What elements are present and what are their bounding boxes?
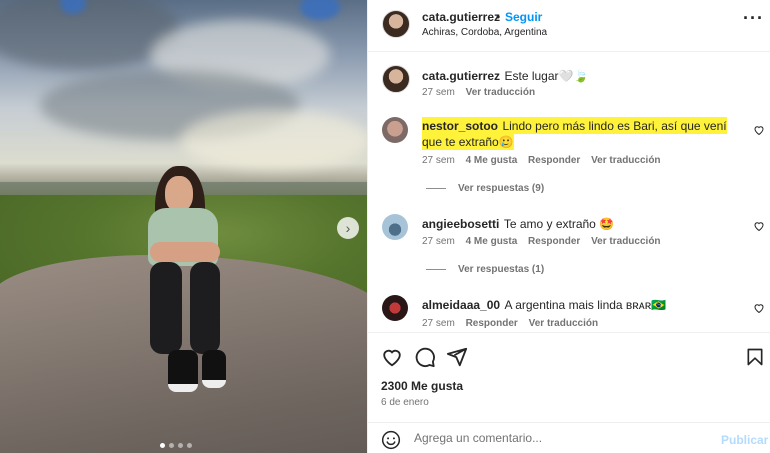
comment-username[interactable]: almeidaaa_00 bbox=[422, 298, 500, 312]
like-comment-heart-icon[interactable] bbox=[753, 220, 765, 232]
caption-text: Este lugar🤍🍃 bbox=[504, 69, 589, 83]
person-shoe bbox=[168, 350, 198, 392]
carousel-dot bbox=[160, 443, 165, 448]
like-heart-icon[interactable] bbox=[381, 346, 403, 368]
caption-meta: 27 sem Ver traducción bbox=[422, 87, 535, 98]
reply-button[interactable]: Responder bbox=[466, 318, 518, 329]
comment: almeidaaa_00 A argentina mais linda ʙʀᴀʀ… bbox=[422, 296, 740, 314]
author-username[interactable]: cata.gutierrez bbox=[422, 10, 500, 24]
caption-username[interactable]: cata.gutierrez bbox=[422, 69, 500, 83]
carousel-dots bbox=[160, 443, 192, 448]
view-replies-label: Ver respuestas (9) bbox=[458, 183, 545, 194]
comment-time: 27 sem bbox=[422, 318, 455, 329]
person-shoe bbox=[202, 350, 226, 388]
comment-meta: 27 sem Responder Ver traducción bbox=[422, 318, 598, 329]
comment-bubble-icon[interactable] bbox=[414, 346, 436, 368]
share-paper-plane-icon[interactable] bbox=[446, 346, 468, 368]
more-options-icon[interactable]: ··· bbox=[743, 8, 764, 29]
comment-meta: 27 sem 4 Me gusta Responder Ver traducci… bbox=[422, 155, 661, 166]
emoji-smiley-icon[interactable] bbox=[381, 430, 401, 450]
reply-button[interactable]: Responder bbox=[528, 236, 580, 247]
person-leg bbox=[190, 262, 220, 354]
comment-username[interactable]: nestor_sotoo bbox=[422, 119, 498, 133]
avatar[interactable] bbox=[382, 10, 410, 38]
separator-dot: • bbox=[496, 10, 501, 24]
carousel-dot bbox=[187, 443, 192, 448]
replies-line bbox=[426, 188, 446, 189]
post-actions: 2300 Me gusta 6 de enero Publicar bbox=[368, 332, 770, 453]
carousel-dot bbox=[169, 443, 174, 448]
comment: nestor_sotoo Lindo pero más lindo es Bar… bbox=[422, 117, 740, 150]
chevron-right-icon: › bbox=[345, 220, 351, 236]
comment-text: A argentina mais linda ʙʀᴀʀ🇧🇷 bbox=[504, 298, 667, 312]
post-date: 6 de enero bbox=[381, 397, 429, 408]
comment-meta: 27 sem 4 Me gusta Responder Ver traducci… bbox=[422, 236, 661, 247]
comment-username[interactable]: angieebosetti bbox=[422, 217, 499, 231]
view-replies-label: Ver respuestas (1) bbox=[458, 264, 545, 275]
carousel-dot bbox=[178, 443, 183, 448]
cloud bbox=[180, 110, 367, 170]
comment-time: 27 sem bbox=[422, 236, 455, 247]
comment-likes[interactable]: 4 Me gusta bbox=[466, 236, 518, 247]
caption-time: 27 sem bbox=[422, 87, 455, 98]
reply-button[interactable]: Responder bbox=[528, 155, 580, 166]
avatar[interactable] bbox=[382, 214, 408, 240]
avatar[interactable] bbox=[382, 117, 408, 143]
translate-link[interactable]: Ver traducción bbox=[591, 155, 660, 166]
publish-button[interactable]: Publicar bbox=[721, 433, 768, 447]
follow-button[interactable]: Seguir bbox=[505, 10, 542, 24]
like-comment-heart-icon[interactable] bbox=[753, 124, 765, 136]
avatar[interactable] bbox=[382, 65, 410, 93]
avatar[interactable] bbox=[382, 295, 408, 321]
person-face bbox=[165, 176, 193, 212]
post-header: cata.gutierrez • Seguir Achiras, Cordoba… bbox=[368, 0, 770, 52]
post-photo[interactable]: › bbox=[0, 0, 367, 453]
person-arms bbox=[150, 242, 220, 262]
translate-link[interactable]: Ver traducción bbox=[591, 236, 660, 247]
sky-patch bbox=[300, 0, 340, 20]
comment-time: 27 sem bbox=[422, 155, 455, 166]
like-comment-heart-icon[interactable] bbox=[753, 302, 765, 314]
comment: angieebosetti Te amo y extraño 🤩 bbox=[422, 215, 740, 233]
person-leg bbox=[150, 262, 182, 354]
translate-link[interactable]: Ver traducción bbox=[466, 87, 535, 98]
view-replies-button[interactable]: Ver respuestas (1) bbox=[426, 264, 544, 275]
likes-count[interactable]: 2300 Me gusta bbox=[381, 379, 463, 393]
comment-input[interactable] bbox=[414, 431, 704, 445]
translate-link[interactable]: Ver traducción bbox=[529, 318, 598, 329]
comment-likes[interactable]: 4 Me gusta bbox=[466, 155, 518, 166]
replies-line bbox=[426, 269, 446, 270]
view-replies-button[interactable]: Ver respuestas (9) bbox=[426, 183, 544, 194]
post-location[interactable]: Achiras, Cordoba, Argentina bbox=[422, 27, 547, 38]
save-bookmark-icon[interactable] bbox=[745, 346, 765, 368]
carousel-next-button[interactable]: › bbox=[337, 217, 359, 239]
post-panel: cata.gutierrez • Seguir Achiras, Cordoba… bbox=[367, 0, 770, 453]
caption: cata.gutierrez Este lugar🤍🍃 bbox=[422, 67, 752, 85]
add-comment-bar: Publicar bbox=[368, 422, 770, 453]
comment-text: Te amo y extraño 🤩 bbox=[503, 217, 615, 231]
